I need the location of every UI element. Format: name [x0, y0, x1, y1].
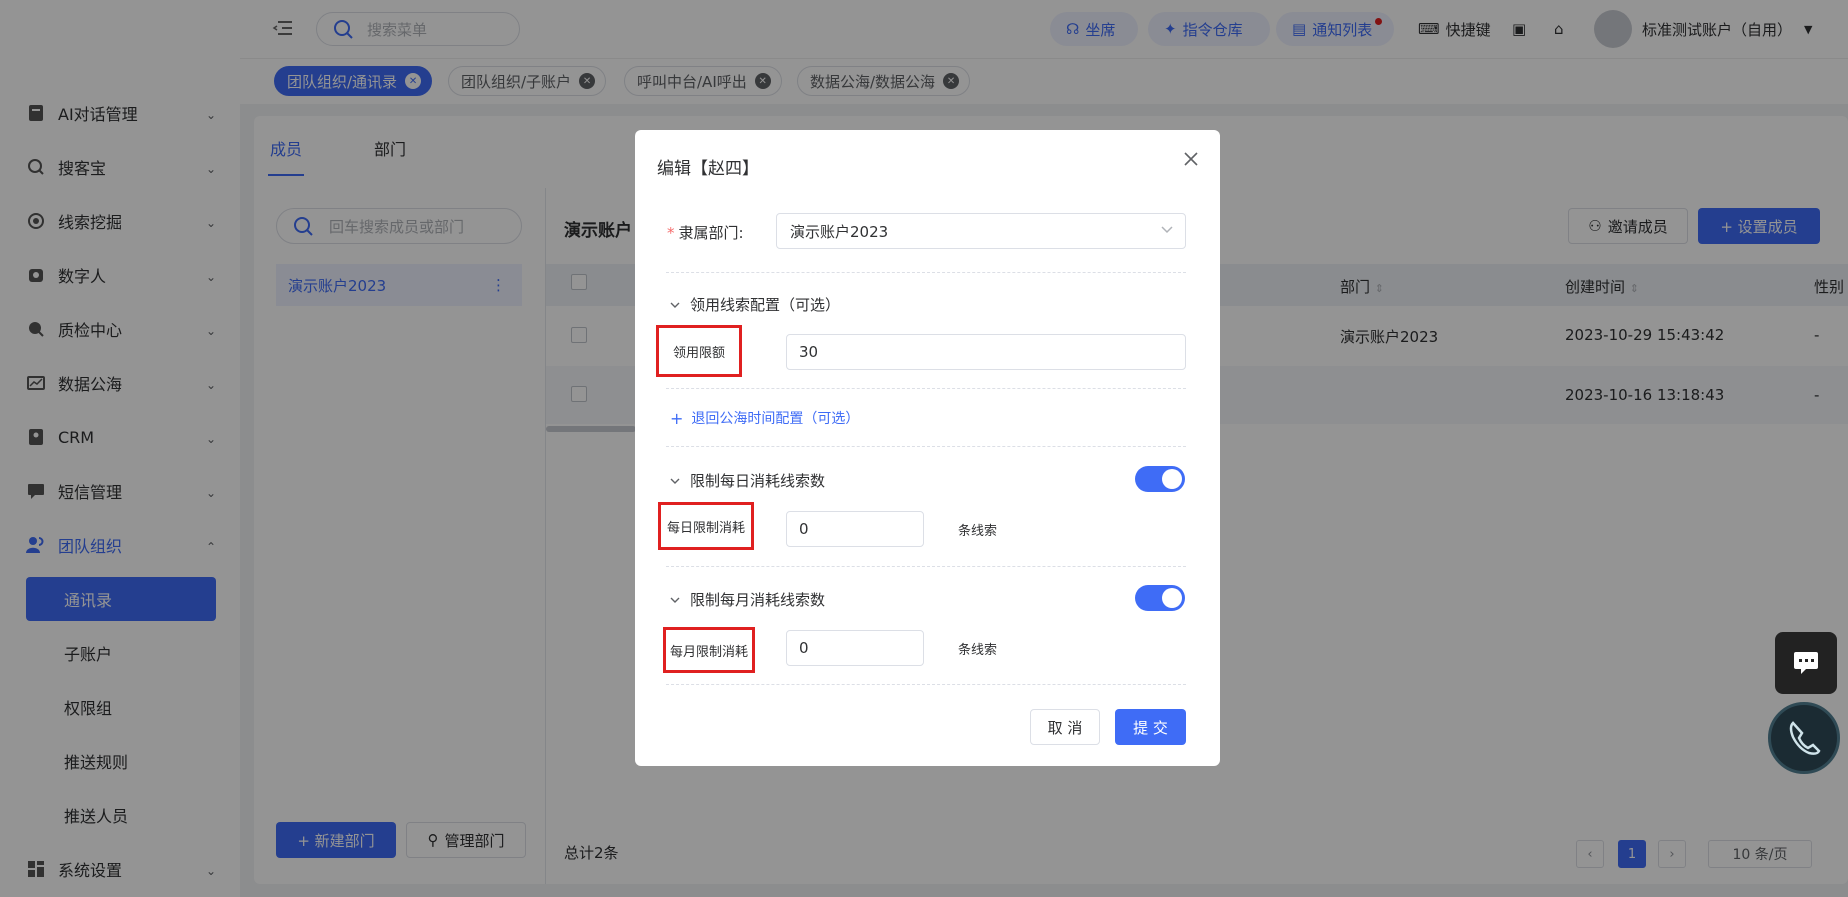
divider	[666, 272, 1186, 273]
section-claim-config[interactable]: 领用线索配置（可选）	[670, 294, 840, 315]
quota-label-text: 领用限额	[672, 345, 725, 361]
phone-icon	[1789, 721, 1821, 755]
daily-value: 0	[799, 520, 809, 538]
daily-label-text: 每日限制消耗	[666, 520, 745, 536]
divider	[666, 388, 1186, 389]
monthly-value: 0	[799, 639, 809, 657]
chevron-down-icon	[670, 478, 680, 484]
monthly-limit-toggle[interactable]	[1135, 585, 1185, 611]
dept-select[interactable]: 演示账户2023	[776, 213, 1186, 249]
close-icon[interactable]	[1180, 148, 1202, 170]
cancel-button[interactable]: 取 消	[1030, 709, 1100, 745]
divider	[666, 684, 1186, 685]
monthly-label-text: 每月限制消耗	[669, 644, 748, 660]
divider	[666, 446, 1186, 447]
chat-float-button[interactable]	[1775, 632, 1837, 694]
section-claim-label: 领用线索配置（可选）	[690, 296, 841, 314]
section-monthly-limit[interactable]: 限制每月消耗线索数	[670, 589, 825, 610]
submit-button[interactable]: 提 交	[1115, 709, 1186, 745]
chevron-down-icon	[670, 597, 680, 603]
monthly-unit: 条线索	[958, 643, 998, 658]
section-daily-limit[interactable]: 限制每日消耗线索数	[670, 470, 825, 491]
section-daily-label: 限制每日消耗线索数	[690, 472, 826, 490]
dept-field-label: * 隶属部门:	[667, 222, 744, 243]
dialog-title: 编辑【赵四】	[657, 159, 759, 179]
phone-float-button[interactable]	[1768, 702, 1840, 774]
quota-label: 领用限额	[656, 325, 742, 377]
return-sea-label: 退回公海时间配置（可选）	[691, 411, 860, 427]
required-mark: *	[667, 224, 675, 242]
dept-select-value: 演示账户2023	[790, 222, 889, 241]
monthly-limit-input[interactable]: 0	[786, 630, 924, 666]
daily-unit: 条线索	[958, 524, 998, 539]
section-monthly-label: 限制每月消耗线索数	[690, 591, 826, 609]
chat-icon	[1794, 652, 1818, 674]
chevron-down-icon	[670, 302, 680, 308]
quota-input[interactable]: 30	[786, 334, 1186, 370]
chevron-down-icon	[1161, 226, 1173, 234]
daily-limit-label: 每日限制消耗	[658, 502, 754, 550]
monthly-limit-label: 每月限制消耗	[663, 627, 755, 673]
daily-limit-toggle[interactable]	[1135, 466, 1185, 492]
plus-icon: +	[670, 408, 684, 428]
quota-value: 30	[799, 343, 819, 361]
return-sea-config-link[interactable]: + 退回公海时间配置（可选）	[670, 408, 859, 428]
dept-label-text: 隶属部门:	[678, 224, 744, 242]
edit-member-dialog: 编辑【赵四】 * 隶属部门: 演示账户2023 领用线索配置（可选） 领用限额 3…	[635, 130, 1220, 766]
divider	[666, 566, 1186, 567]
daily-limit-input[interactable]: 0	[786, 511, 924, 547]
